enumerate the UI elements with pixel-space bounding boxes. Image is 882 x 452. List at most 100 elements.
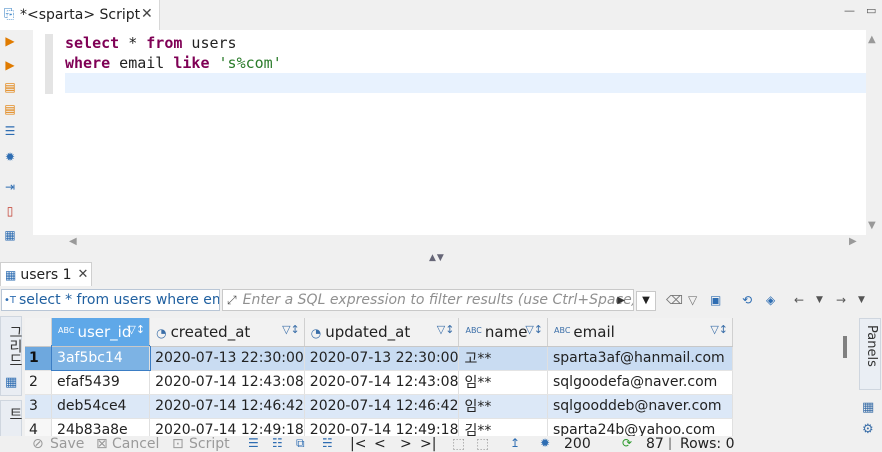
cell-created-at[interactable]: 2020-07-14 12:46:42	[149, 394, 305, 419]
filter-expression-input[interactable]: ⤢ Enter a SQL expression to filter resul…	[222, 289, 634, 311]
fetch-all-icon[interactable]: ⬚	[476, 436, 489, 452]
table-row[interactable]: 1 3af5bc14 2020-07-13 22:30:00 2020-07-1…	[25, 345, 733, 371]
execute-in-new-tab-icon[interactable]: ▶	[3, 58, 17, 72]
grid-view-label: 그리드	[7, 325, 23, 367]
cell-name[interactable]: 임**	[458, 394, 548, 419]
close-icon[interactable]: ✕	[78, 267, 89, 282]
maximize-button[interactable]: ▭	[866, 4, 876, 17]
execute-statement-icon[interactable]: ▶	[3, 34, 17, 48]
table-row[interactable]: 2 efaf5439 2020-07-14 12:43:08 2020-07-1…	[25, 370, 733, 395]
forward-arrow-icon[interactable]: →	[836, 293, 846, 307]
script-button[interactable]: Script	[189, 436, 230, 452]
grid-view-tab[interactable]: 그리드 ▦	[0, 316, 23, 396]
output-log-icon[interactable]: ▦	[3, 228, 17, 242]
filter-settings-icon[interactable]: ▣	[710, 293, 721, 307]
explain-plan-icon[interactable]: ☰	[3, 124, 17, 138]
sql-query-icon: •T	[4, 294, 17, 306]
column-header-user-id[interactable]: ABC user_id ▽↕	[51, 318, 151, 347]
cell-user-id[interactable]: 3af5bc14	[50, 345, 151, 371]
apply-filter-icon[interactable]: ▶	[617, 295, 625, 306]
back-arrow-icon[interactable]: ←	[794, 293, 804, 307]
column-header-name[interactable]: ABC name ▽↕	[458, 318, 548, 347]
edit-row-icon[interactable]: ☰	[248, 436, 259, 450]
grid-vscrollbar[interactable]	[840, 336, 850, 360]
table-row[interactable]: 3 deb54ce4 2020-07-14 12:46:42 2020-07-1…	[25, 394, 733, 419]
cell-email[interactable]: sqlgooddeb@naver.com	[547, 394, 733, 419]
refresh-icon[interactable]: ⟳	[622, 436, 632, 450]
export-icon[interactable]: ⇥	[3, 180, 17, 194]
results-tab-label: users 1	[20, 266, 72, 283]
filter-save-icon[interactable]: ⟲	[742, 293, 752, 307]
cell-email[interactable]: sparta24b@yahoo.com	[547, 418, 733, 436]
sql-editor[interactable]: select * from users where email like 's%…	[33, 30, 866, 235]
cell-user-id[interactable]: 24b83a8e	[51, 418, 151, 436]
execute-script-icon[interactable]: ▤	[3, 80, 17, 94]
cell-updated-at[interactable]: 2020-07-14 12:49:18	[304, 418, 460, 436]
add-row-icon[interactable]: ☷	[272, 436, 283, 450]
header-row: ABC user_id ▽↕ ◔ created_at ▽↕ ◔ updated_at ▽↕…	[25, 318, 733, 347]
results-tab[interactable]: ▦ users 1 ✕	[0, 262, 92, 286]
filter-icon[interactable]: ▽	[688, 293, 697, 307]
last-page-icon[interactable]: >|	[420, 436, 436, 452]
panels-tab[interactable]: Panels	[859, 318, 881, 390]
cell-created-at[interactable]: 2020-07-14 12:43:08	[149, 370, 305, 395]
column-header-email[interactable]: ABC email ▽↕	[547, 318, 733, 347]
column-header-updated-at[interactable]: ◔ updated_at ▽↕	[304, 318, 460, 347]
scroll-down-icon[interactable]: ▼	[868, 220, 876, 231]
sort-filter-icon[interactable]: ▽↕	[127, 323, 145, 336]
filter-history-dropdown[interactable]: ▼	[636, 291, 656, 311]
sort-filter-icon[interactable]: ▽↕	[710, 323, 728, 336]
cell-name[interactable]: 고**	[458, 346, 548, 371]
execute-script-new-tab-icon[interactable]: ▤	[3, 102, 17, 116]
cell-updated-at[interactable]: 2020-07-13 22:30:00	[304, 346, 460, 371]
cell-email[interactable]: sparta3af@hanmail.com	[547, 346, 733, 371]
chevron-down-icon[interactable]: ▼	[816, 295, 823, 305]
text-view-tab[interactable]: 텍스트	[0, 400, 43, 440]
delete-row-icon[interactable]: ☵	[322, 436, 333, 450]
fetch-next-icon[interactable]: ⬚	[452, 436, 465, 452]
panel-options-icon[interactable]: ⚙	[862, 422, 874, 437]
script-editor-tab[interactable]: ⎘ *<sparta> Script ✕	[0, 0, 160, 30]
cell-created-at[interactable]: 2020-07-13 22:30:00	[149, 346, 305, 371]
cell-updated-at[interactable]: 2020-07-14 12:43:08	[304, 370, 460, 395]
cell-user-id[interactable]: efaf5439	[51, 370, 151, 395]
cancel-button[interactable]: Cancel	[112, 436, 159, 452]
fetch-size-gear-icon[interactable]: ✹	[540, 436, 550, 450]
export-up-icon[interactable]: ↥	[510, 436, 520, 450]
results-grid[interactable]: ABC user_id ▽↕ ◔ created_at ▽↕ ◔ updated_at ▽↕…	[25, 318, 733, 436]
settings-gear-icon[interactable]: ✹	[3, 150, 17, 164]
minimize-button[interactable]: —	[844, 4, 855, 17]
load-script-icon[interactable]: ▯	[3, 204, 17, 218]
cell-created-at[interactable]: 2020-07-14 12:49:18	[149, 418, 305, 436]
first-page-icon[interactable]: |<	[350, 436, 366, 452]
layers-icon[interactable]: ◈	[766, 293, 775, 307]
cell-email[interactable]: sqlgoodefa@naver.com	[547, 370, 733, 395]
fetch-size-value[interactable]: 200	[564, 436, 591, 452]
cell-user-id[interactable]: deb54ce4	[51, 394, 151, 419]
chevron-down-icon[interactable]: ▼	[858, 295, 865, 305]
close-icon[interactable]: ✕	[141, 6, 153, 22]
scroll-up-icon[interactable]: ▲	[868, 34, 876, 45]
panel-settings-icon[interactable]: ▦	[862, 400, 874, 415]
grid-scroll-thumb[interactable]	[843, 336, 847, 358]
column-header-created-at[interactable]: ◔ created_at ▽↕	[149, 318, 305, 347]
editor-ruler	[45, 34, 53, 94]
copy-row-icon[interactable]: ⧉	[296, 436, 305, 451]
editor-vscrollbar[interactable]: ▲ ▼	[866, 30, 882, 255]
expand-icon[interactable]: ⤢	[227, 293, 237, 308]
scroll-left-icon[interactable]: ◀	[69, 236, 77, 247]
next-page-icon[interactable]: >	[400, 436, 412, 452]
sort-filter-icon[interactable]: ▽↕	[282, 323, 300, 336]
cell-name[interactable]: 임**	[458, 370, 548, 395]
scroll-right-icon[interactable]: ▶	[849, 236, 857, 247]
eraser-icon[interactable]: ⌫	[666, 293, 683, 307]
save-button[interactable]: Save	[50, 436, 84, 452]
editor-hscrollbar[interactable]: ◀ ▶	[33, 236, 866, 252]
cell-updated-at[interactable]: 2020-07-14 12:46:42	[304, 394, 460, 419]
sort-filter-icon[interactable]: ▽↕	[525, 323, 543, 336]
previous-page-icon[interactable]: <	[374, 436, 386, 452]
query-text-field[interactable]: •T select * from users where email like …	[1, 289, 220, 311]
cell-name[interactable]: 김**	[458, 418, 548, 436]
sort-filter-icon[interactable]: ▽↕	[437, 323, 455, 336]
table-row[interactable]: 4 24b83a8e 2020-07-14 12:49:18 2020-07-1…	[25, 418, 733, 436]
